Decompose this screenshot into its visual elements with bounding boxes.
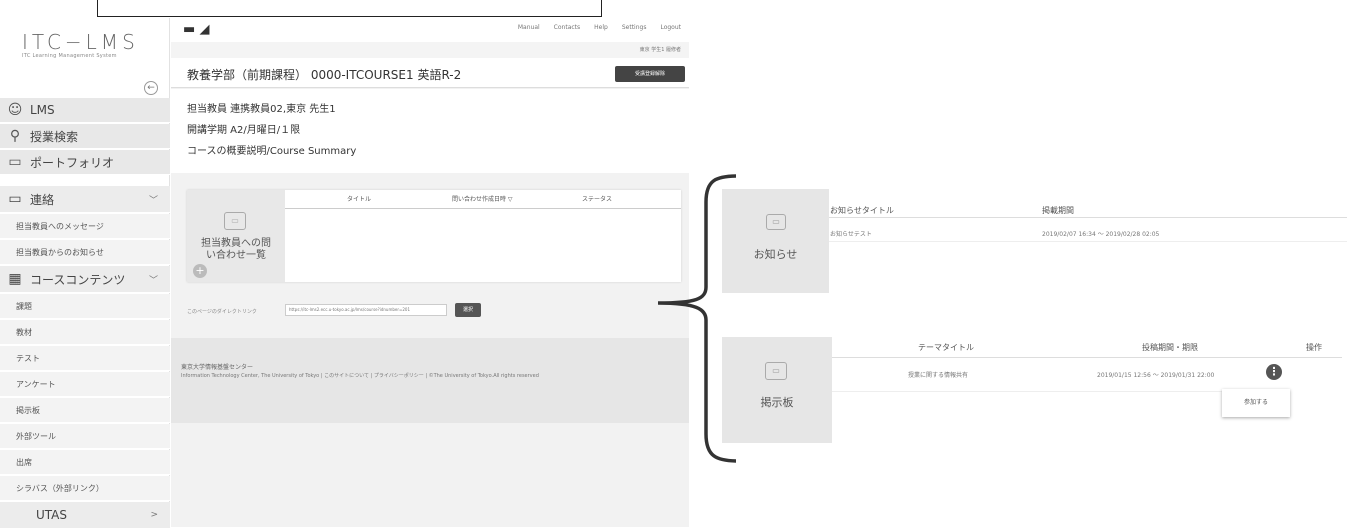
column-header-status[interactable]: ステータス [582, 194, 612, 203]
sidebar-item-message-teacher[interactable]: 担当教員へのメッセージ [0, 214, 170, 239]
sidebar-item-syllabus[interactable]: シラバス（外部リンク） [0, 476, 170, 501]
chevron-down-icon: ﹀ [148, 275, 158, 286]
notice-label: お知らせ [753, 248, 798, 261]
sidebar-item-utas[interactable]: UTAS > [0, 502, 170, 529]
sidebar-item-portfolio[interactable]: ▭ ポートフォリオ [0, 150, 170, 175]
inquiry-card: ▭ 担当教員への問い合わせ一覧 + タイトル 問い合わせ作成日時 ▽ ステータス [187, 190, 681, 282]
direct-link-label: このページのダイレクトリンク [187, 309, 257, 315]
footer: 東京大学情報基盤センター Information Technology Cent… [171, 338, 689, 423]
unregister-button[interactable]: 受講登録解除 [615, 66, 685, 82]
board-row-theme[interactable]: 授業に関する情報共有 [908, 370, 968, 379]
help-link[interactable]: Help [594, 24, 608, 31]
caption-box [97, 0, 602, 17]
course-schedule: 開講学期 A2/月曜日/１限 [187, 125, 301, 136]
search-icon: ⚲ [9, 128, 21, 144]
select-link-button[interactable]: 選択 [455, 303, 481, 317]
sidebar-item-course-search[interactable]: ⚲ 授業検索 [0, 124, 170, 149]
sidebar-group-contact[interactable]: ▭ 連絡 ﹀ [0, 186, 170, 213]
board-card: ▭ 掲示板 テーマタイトル 投稿期間・期限 操作 授業に関する情報共有 2019… [722, 337, 1342, 443]
sidebar-item-external-tools[interactable]: 外部ツール [0, 424, 170, 449]
add-inquiry-button[interactable]: + [193, 264, 207, 278]
sidebar-group-label: 連絡 [30, 192, 55, 207]
divider [285, 208, 681, 209]
sidebar-item-label: LMS [30, 103, 55, 117]
sidebar-item-tests[interactable]: テスト [0, 346, 170, 371]
chat-icon: ▭ [8, 191, 22, 207]
chat-icon: ▭ [766, 214, 786, 230]
sidebar-item-surveys[interactable]: アンケート [0, 372, 170, 397]
course-title: 教養学部（前期課程） 0000-ITCOURSE1 英語R-2 [187, 68, 462, 82]
logout-link[interactable]: Logout [660, 24, 681, 31]
column-header-period: 掲載期間 [1042, 206, 1074, 215]
sidebar-item-teacher-notices[interactable]: 担当教員からのお知らせ [0, 240, 170, 265]
contacts-link[interactable]: Contacts [554, 24, 580, 31]
sidebar-group-course-content[interactable]: ▦ コースコンテンツ ﹀ [0, 266, 170, 293]
sidebar-item-attendance[interactable]: 出席 [0, 450, 170, 475]
more-options-icon[interactable]: ⋮ [1266, 364, 1282, 380]
notice-card: ▭ お知らせ お知らせタイトル 掲載期間 お知らせテスト 2019/02/07 … [722, 189, 1347, 293]
chat-icon: ▭ [224, 212, 246, 230]
footer-org: 東京大学情報基盤センター [181, 364, 254, 371]
sidebar-item-label: UTAS [36, 508, 68, 522]
footer-links[interactable]: Information Technology Center, The Unive… [181, 372, 539, 379]
inquiry-card-left: ▭ 担当教員への問い合わせ一覧 + [187, 190, 285, 282]
column-header-notice-title: お知らせタイトル [830, 206, 894, 215]
settings-link[interactable]: Settings [622, 24, 647, 31]
sidebar-group-label: コースコンテンツ [30, 272, 126, 287]
sidebar-item-label: 授業検索 [30, 129, 79, 144]
sidebar-item-assignments[interactable]: 課題 [0, 294, 170, 319]
logo: ITC−LMS [22, 30, 139, 54]
board-row-period: 2019/01/15 12:56 ～ 2019/01/31 22:00 [1097, 372, 1215, 379]
column-header-created[interactable]: 問い合わせ作成日時 ▽ [452, 194, 513, 203]
course-info: 担当教員 連携教員02,東京 先生1 開講学期 A2/月曜日/１限 コースの概要… [171, 89, 689, 173]
top-icons: ▬ ◢ [183, 22, 209, 37]
collapse-sidebar-icon[interactable]: ← [144, 81, 158, 95]
chevron-down-icon: ﹀ [148, 195, 158, 206]
sidebar-item-bulletin-board[interactable]: 掲示板 [0, 398, 170, 423]
sidebar-item-materials[interactable]: 教材 [0, 320, 170, 345]
folder-icon: ▭ [8, 154, 22, 170]
board-label: 掲示板 [760, 396, 794, 409]
sidebar-item-label: ポートフォリオ [30, 155, 115, 170]
top-nav: Manual Contacts Help Settings Logout [518, 24, 681, 31]
column-header-operation: 操作 [1306, 343, 1322, 352]
main-panel: ▬ ◢ Manual Contacts Help Settings Logout… [171, 18, 689, 527]
divider [832, 391, 1222, 392]
user-info: 東京 学生1 履修者 [171, 42, 689, 58]
chevron-right-icon: > [150, 510, 158, 520]
column-header-title[interactable]: タイトル [347, 194, 371, 203]
inquiry-label: 担当教員への問い合わせ一覧 [201, 238, 271, 261]
divider [832, 357, 1342, 358]
column-header-post-period: 投稿期間・期限 [1142, 343, 1198, 352]
course-header: 教養学部（前期課程） 0000-ITCOURSE1 英語R-2 受講登録解除 [171, 58, 689, 88]
column-header-theme: テーマタイトル [918, 343, 974, 352]
logo-subtitle: ITC Learning Management System [22, 53, 117, 59]
join-menu-item[interactable]: 参加する [1222, 389, 1290, 417]
sidebar: ITC−LMS ITC Learning Management System ←… [0, 18, 170, 529]
course-teacher: 担当教員 連携教員02,東京 先生1 [187, 104, 336, 115]
chat-bubbles-icon: ▭ [765, 362, 787, 380]
notice-row-title[interactable]: お知らせテスト [830, 229, 872, 238]
top-bar: ▬ ◢ Manual Contacts Help Settings Logout [171, 18, 689, 42]
megaphone-icon[interactable]: ◢ [199, 22, 209, 37]
board-card-left: ▭ 掲示板 [722, 337, 832, 443]
manual-link[interactable]: Manual [518, 24, 540, 31]
content-icon: ▦ [8, 271, 22, 287]
notice-card-left: ▭ お知らせ [722, 189, 829, 293]
direct-link-field[interactable]: https://itc-lms2.ecc.u-tokyo.ac.jp/lms/c… [285, 304, 447, 316]
course-summary-link[interactable]: コースの概要説明/Course Summary [187, 142, 356, 157]
notice-row-period: 2019/02/07 16:34 ～ 2019/02/28 02:05 [1042, 231, 1160, 238]
divider [829, 241, 1347, 242]
sidebar-item-lms[interactable]: ☺ LMS [0, 98, 170, 123]
divider [829, 217, 1347, 218]
lms-icon: ☺ [7, 102, 23, 118]
chat-icon[interactable]: ▬ [183, 22, 195, 37]
